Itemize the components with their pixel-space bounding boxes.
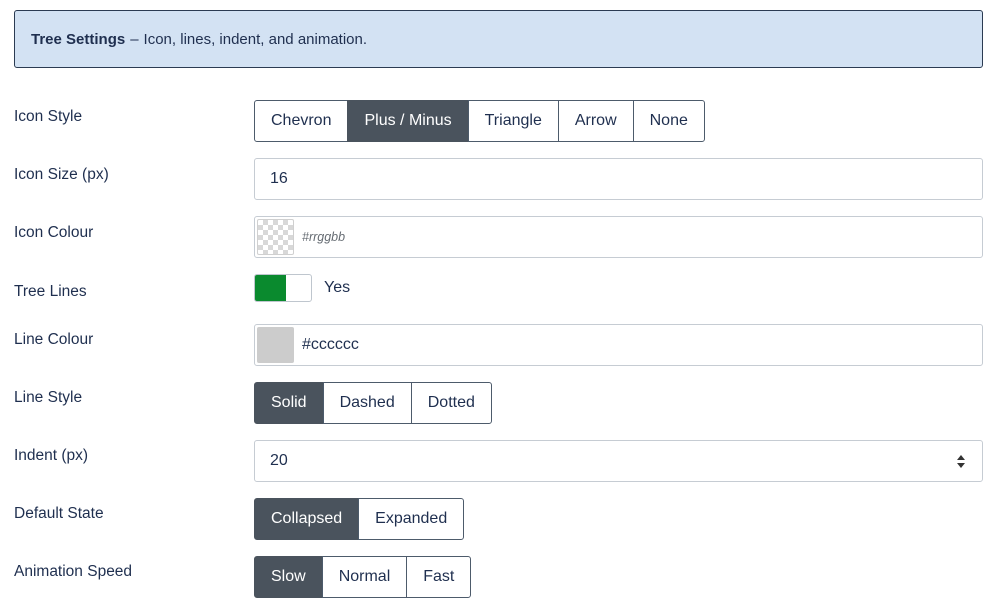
icon-colour-input[interactable]: #rrggbb: [254, 216, 983, 258]
icon-colour-swatch[interactable]: [257, 219, 294, 255]
icon-style-button-group: Chevron Plus / Minus Triangle Arrow None: [254, 100, 705, 142]
spinner-up-icon[interactable]: [957, 454, 965, 460]
indent-label: Indent (px): [14, 447, 89, 464]
icon-size-value: 16: [270, 170, 288, 187]
settings-banner: Tree Settings – Icon, lines, indent, and…: [14, 10, 983, 68]
default-state-button-group: Collapsed Expanded: [254, 498, 465, 540]
animation-speed-label: Animation Speed: [14, 563, 133, 580]
icon-style-option-none[interactable]: None: [632, 100, 705, 142]
icon-style-option-chevron[interactable]: Chevron: [254, 100, 349, 142]
default-state-label: Default State: [14, 505, 104, 522]
icon-style-option-plus-minus[interactable]: Plus / Minus: [347, 100, 469, 142]
default-state-option-expanded[interactable]: Expanded: [358, 498, 465, 540]
line-colour-value: #cccccc: [302, 336, 359, 353]
icon-colour-label: Icon Colour: [14, 224, 94, 241]
animation-speed-option-slow[interactable]: Slow: [254, 556, 323, 598]
default-state-option-collapsed[interactable]: Collapsed: [254, 498, 360, 540]
row-line-colour: Line Colour #cccccc: [0, 324, 1002, 366]
banner-title: Tree Settings: [31, 30, 126, 48]
icon-style-option-triangle[interactable]: Triangle: [467, 100, 559, 142]
indent-value: 20: [270, 452, 288, 469]
line-colour-input[interactable]: #cccccc: [254, 324, 983, 366]
icon-style-label: Icon Style: [14, 108, 83, 125]
animation-speed-button-group: Slow Normal Fast: [254, 556, 472, 598]
line-style-option-dotted[interactable]: Dotted: [410, 382, 492, 424]
toggle-on-indicator: [255, 275, 286, 301]
animation-speed-option-normal[interactable]: Normal: [321, 556, 408, 598]
line-style-option-solid[interactable]: Solid: [254, 382, 324, 424]
spinner-down-icon[interactable]: [957, 462, 965, 468]
tree-lines-label: Tree Lines: [14, 283, 87, 300]
indent-spinner[interactable]: [956, 451, 966, 471]
icon-size-label: Icon Size (px): [14, 166, 109, 183]
banner-separator: –: [130, 30, 139, 48]
row-icon-size: Icon Size (px) 16: [0, 158, 1002, 200]
icon-style-option-arrow[interactable]: Arrow: [557, 100, 634, 142]
line-style-label: Line Style: [14, 389, 83, 406]
tree-lines-toggle-wrap: Yes: [254, 274, 350, 302]
banner-description: Icon, lines, indent, and animation.: [143, 30, 368, 48]
animation-speed-option-fast[interactable]: Fast: [406, 556, 472, 598]
row-icon-colour: Icon Colour #rrggbb: [0, 216, 1002, 258]
indent-input[interactable]: 20: [254, 440, 983, 482]
icon-size-input[interactable]: 16: [254, 158, 983, 200]
line-colour-swatch[interactable]: [257, 327, 294, 363]
row-indent: Indent (px) 20: [0, 440, 1002, 482]
icon-colour-placeholder: #rrggbb: [302, 230, 346, 244]
line-style-option-dashed[interactable]: Dashed: [322, 382, 412, 424]
tree-lines-toggle[interactable]: [254, 274, 312, 302]
tree-lines-state-label: Yes: [324, 279, 351, 296]
line-style-button-group: Solid Dashed Dotted: [254, 382, 492, 424]
line-colour-label: Line Colour: [14, 331, 94, 348]
